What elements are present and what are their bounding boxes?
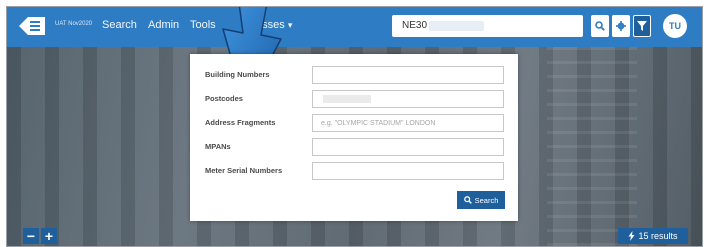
environment-label: UAT Nov2020 [55, 21, 93, 27]
results-count-button[interactable]: 15 results [618, 228, 688, 244]
lightning-icon [628, 231, 635, 241]
nav-tools-link[interactable]: Tools [190, 19, 216, 31]
meter-serial-numbers-field[interactable] [312, 162, 504, 180]
app-window: UAT Nov2020 Search Admin Tools esses ▾ N… [6, 6, 703, 247]
address-search-button-label: Search [474, 195, 499, 205]
search-button[interactable] [591, 15, 609, 37]
address-search-button[interactable]: Search [457, 191, 505, 209]
nav-search-link[interactable]: Search [102, 19, 137, 31]
redacted-text [429, 21, 484, 31]
settings-button[interactable] [612, 15, 630, 37]
top-navbar: UAT Nov2020 Search Admin Tools esses ▾ N… [7, 7, 702, 47]
filter-button[interactable] [633, 15, 651, 37]
postcodes-label: Postcodes [205, 94, 243, 103]
mpans-field[interactable] [312, 138, 504, 156]
postcodes-row: Postcodes [190, 90, 518, 110]
address-fragments-row: Address Fragments [190, 114, 518, 134]
search-icon [595, 21, 605, 31]
zoom-in-button[interactable]: + [41, 228, 57, 244]
building-numbers-row: Building Numbers [190, 66, 518, 86]
user-avatar[interactable]: TU [663, 14, 687, 38]
nav-admin-link[interactable]: Admin [148, 19, 179, 31]
meter-serial-numbers-row: Meter Serial Numbers [190, 162, 518, 182]
app-logo-icon[interactable] [19, 17, 45, 35]
search-icon [463, 196, 472, 204]
filter-icon [637, 21, 647, 31]
gear-icon [616, 21, 626, 31]
address-search-panel: Building Numbers Postcodes Address Fragm… [190, 54, 518, 221]
global-search-box[interactable] [392, 15, 583, 37]
building-numbers-label: Building Numbers [205, 70, 270, 79]
redacted-postcode [323, 95, 371, 103]
address-fragments-label: Address Fragments [205, 118, 276, 127]
zoom-out-button[interactable]: − [23, 228, 39, 244]
address-fragments-field[interactable] [312, 114, 504, 132]
mpans-row: MPANs [190, 138, 518, 158]
results-count-label: 15 results [638, 231, 678, 241]
meter-serial-numbers-label: Meter Serial Numbers [205, 166, 283, 175]
building-numbers-field[interactable] [312, 66, 504, 84]
mpans-label: MPANs [205, 142, 231, 151]
